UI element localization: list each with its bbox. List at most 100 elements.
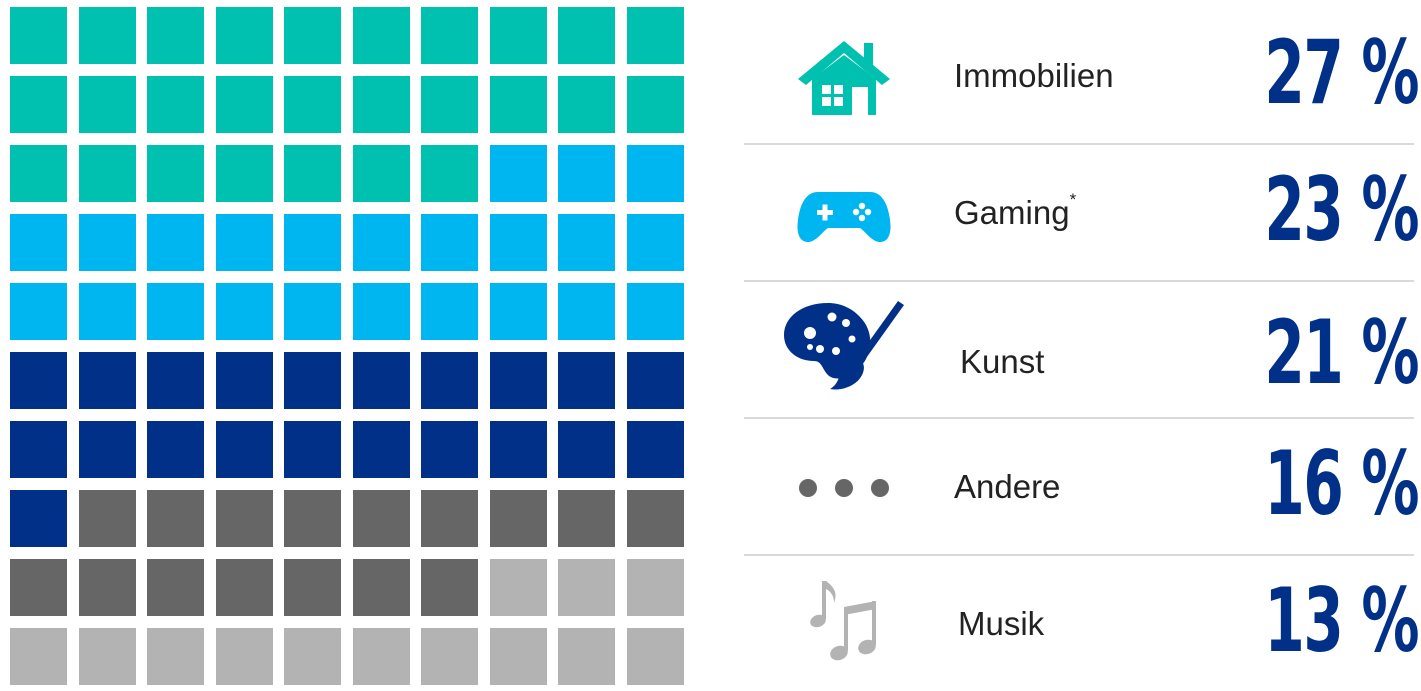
waffle-cell-musik: [626, 628, 684, 685]
waffle-cell-andere: [215, 490, 273, 547]
waffle-cell-immobilien: [10, 76, 67, 133]
waffle-cell-immobilien: [421, 76, 478, 133]
waffle-cell-andere: [78, 490, 136, 547]
waffle-cell-immobilien: [352, 145, 410, 202]
legend-percent: 21 %: [1264, 301, 1419, 404]
waffle-cell-musik: [352, 628, 410, 685]
legend-percent: 23 %: [1264, 158, 1419, 261]
waffle-cell-immobilien: [489, 7, 547, 64]
waffle-cell-andere: [489, 490, 547, 547]
waffle-cell-gaming: [352, 214, 410, 271]
legend-row-gaming: Gaming* 23 %: [744, 144, 1419, 282]
waffle-cell-gaming: [558, 145, 615, 202]
legend-label: Andere: [954, 468, 1061, 505]
legend-percent: 13 %: [1264, 569, 1419, 672]
legend-row-musik: Musik 13 %: [744, 555, 1419, 691]
waffle-cell-immobilien: [78, 7, 136, 64]
waffle-cell-kunst: [284, 352, 341, 409]
waffle-cell-gaming: [10, 283, 67, 340]
waffle-cell-gaming: [626, 283, 684, 340]
waffle-cell-gaming: [78, 214, 136, 271]
waffle-cell-musik: [215, 628, 273, 685]
waffle-cell-immobilien: [78, 145, 136, 202]
waffle-cell-immobilien: [147, 76, 204, 133]
waffle-cell-kunst: [352, 421, 410, 478]
waffle-cell-kunst: [10, 352, 67, 409]
house-icon: [794, 33, 894, 121]
waffle-cell-andere: [147, 490, 204, 547]
music-notes-icon: [804, 577, 884, 669]
more-dots-icon: [794, 444, 894, 532]
waffle-cell-gaming: [626, 145, 684, 202]
waffle-cell-kunst: [10, 421, 67, 478]
waffle-cell-kunst: [489, 421, 547, 478]
waffle-cell-musik: [489, 559, 547, 616]
waffle-cell-immobilien: [558, 76, 615, 133]
waffle-cell-andere: [10, 559, 67, 616]
waffle-cell-kunst: [284, 421, 341, 478]
legend-percent: 16 %: [1264, 432, 1419, 535]
waffle-cell-andere: [558, 490, 615, 547]
waffle-cell-kunst: [421, 352, 478, 409]
waffle-cell-gaming: [147, 214, 204, 271]
waffle-cell-gaming: [626, 214, 684, 271]
waffle-cell-kunst: [626, 352, 684, 409]
waffle-cell-immobilien: [558, 7, 615, 64]
legend: Immobilien 27 % Gaming* 23 % Kunst 21 % …: [744, 7, 1419, 679]
legend-row-andere: Andere 16 %: [744, 418, 1419, 556]
waffle-cell-andere: [421, 559, 478, 616]
waffle-cell-andere: [352, 490, 410, 547]
waffle-cell-andere: [215, 559, 273, 616]
waffle-cell-gaming: [284, 283, 341, 340]
waffle-cell-kunst: [215, 421, 273, 478]
gamepad-icon: [794, 170, 894, 258]
waffle-cell-gaming: [147, 283, 204, 340]
waffle-cell-immobilien: [284, 7, 341, 64]
legend-label: Gaming*: [954, 190, 1077, 231]
waffle-cell-musik: [147, 628, 204, 685]
waffle-cell-immobilien: [626, 76, 684, 133]
waffle-cell-immobilien: [10, 7, 67, 64]
waffle-cell-gaming: [421, 283, 478, 340]
waffle-cell-musik: [421, 628, 478, 685]
waffle-cell-musik: [78, 628, 136, 685]
waffle-cell-immobilien: [626, 7, 684, 64]
waffle-cell-immobilien: [489, 76, 547, 133]
waffle-cell-gaming: [489, 283, 547, 340]
waffle-cell-immobilien: [421, 7, 478, 64]
waffle-chart: [10, 7, 684, 685]
legend-label: Immobilien: [954, 57, 1114, 94]
waffle-cell-andere: [352, 559, 410, 616]
waffle-cell-kunst: [147, 352, 204, 409]
waffle-cell-immobilien: [284, 76, 341, 133]
waffle-cell-gaming: [284, 214, 341, 271]
waffle-cell-gaming: [558, 283, 615, 340]
waffle-cell-immobilien: [215, 7, 273, 64]
waffle-cell-immobilien: [147, 7, 204, 64]
waffle-cell-kunst: [215, 352, 273, 409]
waffle-cell-musik: [558, 628, 615, 685]
waffle-cell-kunst: [421, 421, 478, 478]
waffle-cell-andere: [421, 490, 478, 547]
waffle-cell-musik: [489, 628, 547, 685]
waffle-cell-kunst: [558, 352, 615, 409]
waffle-cell-kunst: [626, 421, 684, 478]
waffle-cell-immobilien: [10, 145, 67, 202]
legend-percent: 27 %: [1264, 21, 1419, 124]
waffle-cell-musik: [626, 559, 684, 616]
waffle-cell-gaming: [78, 283, 136, 340]
waffle-cell-andere: [626, 490, 684, 547]
legend-label: Kunst: [960, 343, 1045, 380]
waffle-cell-musik: [10, 628, 67, 685]
waffle-cell-kunst: [10, 490, 67, 547]
waffle-cell-immobilien: [215, 76, 273, 133]
waffle-cell-kunst: [78, 352, 136, 409]
waffle-cell-andere: [284, 559, 341, 616]
waffle-cell-andere: [78, 559, 136, 616]
waffle-cell-gaming: [489, 145, 547, 202]
palette-brush-icon: [780, 295, 904, 395]
waffle-cell-kunst: [147, 421, 204, 478]
waffle-cell-andere: [147, 559, 204, 616]
waffle-cell-immobilien: [78, 76, 136, 133]
legend-row-immobilien: Immobilien 27 %: [744, 7, 1419, 145]
